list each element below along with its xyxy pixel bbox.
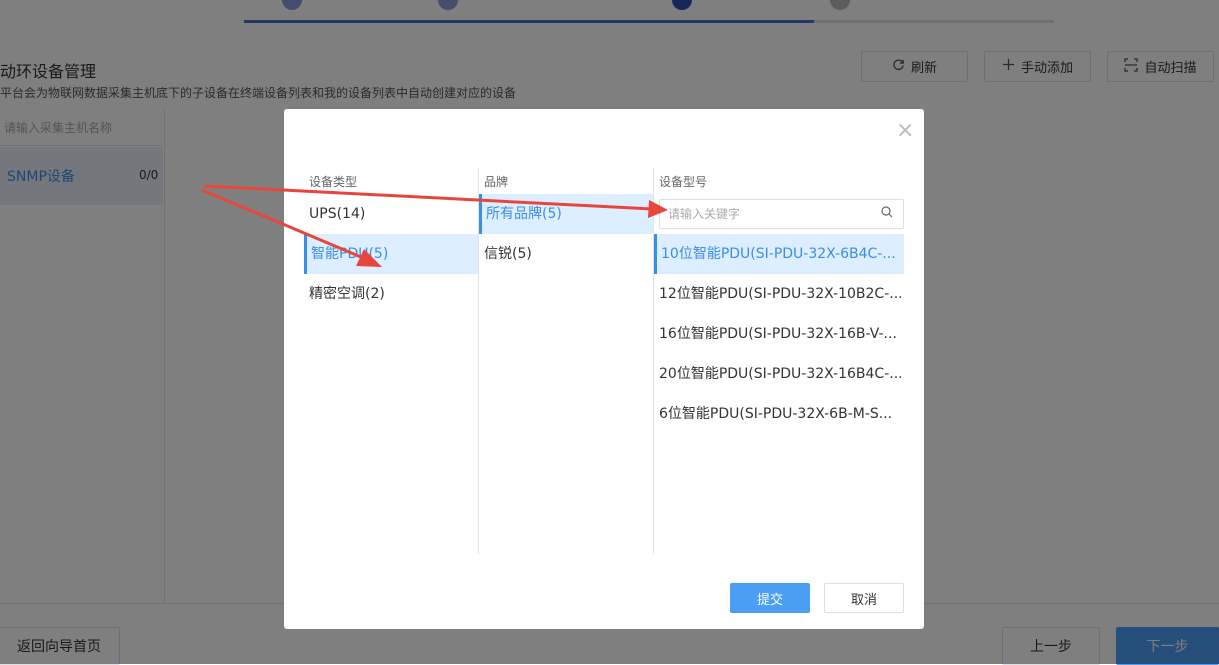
model-search-input[interactable]: 请输入关键字 <box>659 199 904 229</box>
brand-item-sundray[interactable]: 信锐(5) <box>480 234 653 274</box>
submit-button[interactable]: 提交 <box>730 583 810 613</box>
model-item[interactable]: 12位智能PDU(SI-PDU-32X-10B2C-... <box>655 274 904 314</box>
device-type-item-aircon[interactable]: 精密空调(2) <box>305 274 478 314</box>
device-type-item-pdu[interactable]: 智能PDU(5) <box>304 234 478 274</box>
model-search-placeholder: 请输入关键字 <box>668 207 741 221</box>
brand-item-all[interactable]: 所有品牌(5) <box>479 194 653 234</box>
brand-header: 品牌 <box>484 175 509 189</box>
device-type-item-ups[interactable]: UPS(14) <box>305 194 478 234</box>
model-item[interactable]: 6位智能PDU(SI-PDU-32X-6B-M-S... <box>655 394 904 434</box>
cancel-button[interactable]: 取消 <box>824 583 904 613</box>
search-icon <box>881 200 893 228</box>
model-item[interactable]: 20位智能PDU(SI-PDU-32X-16B4C-... <box>655 354 904 394</box>
model-item[interactable]: 16位智能PDU(SI-PDU-32X-16B-V-... <box>655 314 904 354</box>
close-icon[interactable]: × <box>896 120 914 142</box>
device-type-header: 设备类型 <box>309 175 358 189</box>
column-divider <box>653 168 654 554</box>
model-header: 设备型号 <box>659 175 708 189</box>
model-item[interactable]: 10位智能PDU(SI-PDU-32X-6B4C-... <box>654 234 904 274</box>
